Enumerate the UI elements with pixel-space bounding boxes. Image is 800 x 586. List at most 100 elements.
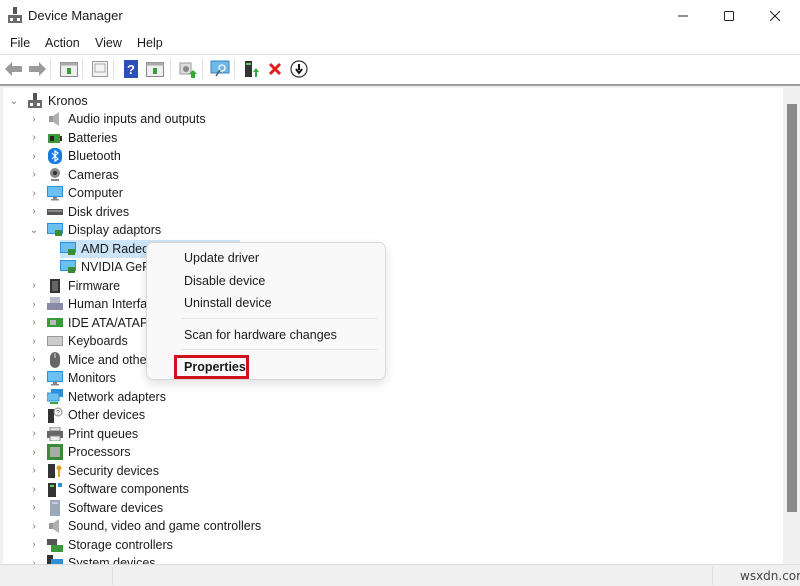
show-hide-action-pane-button[interactable] — [144, 58, 166, 80]
maximize-icon — [724, 11, 734, 21]
menu-bar: File Action View Help — [0, 33, 800, 53]
category-label: Cameras — [68, 167, 119, 182]
tree-category-computer[interactable]: › Computer — [29, 184, 123, 202]
chevron-right-icon[interactable]: › — [29, 539, 39, 550]
forward-button[interactable] — [26, 58, 48, 80]
title-bar: Device Manager — [0, 0, 800, 32]
menu-scan-hardware[interactable]: Scan for hardware changes — [184, 328, 337, 342]
device-manager-icon — [8, 7, 22, 23]
tree-root-kronos[interactable]: ⌄ Kronos — [9, 92, 88, 110]
tree-category-network-adapters[interactable]: › Network adapters — [29, 388, 166, 406]
uninstall-device-button[interactable] — [264, 58, 286, 80]
tree-category-display-adaptors[interactable]: ⌄ Display adaptors — [29, 221, 161, 239]
tree-category-print-queues[interactable]: › Print queues — [29, 425, 138, 443]
menu-update-driver[interactable]: Update driver — [184, 251, 259, 265]
context-menu: Update driver Disable device Uninstall d… — [146, 242, 386, 380]
tree-category-keyboards[interactable]: › Keyboards — [29, 332, 128, 350]
category-label: Processors — [68, 445, 131, 460]
chevron-down-icon[interactable]: ⌄ — [29, 225, 39, 236]
window-title: Device Manager — [28, 8, 123, 23]
toolbar-separator — [202, 59, 203, 79]
chevron-right-icon[interactable]: › — [29, 280, 39, 291]
chevron-right-icon[interactable]: › — [29, 132, 39, 143]
maximize-button[interactable] — [706, 0, 752, 32]
close-icon — [770, 11, 780, 21]
back-button[interactable] — [3, 58, 25, 80]
tree-category-software-devices[interactable]: › Software devices — [29, 499, 163, 517]
vertical-scrollbar[interactable] — [783, 88, 800, 564]
toolbar-separator — [82, 59, 83, 79]
tree-category-bluetooth[interactable]: › Bluetooth — [29, 147, 121, 165]
menu-help[interactable]: Help — [137, 36, 163, 50]
sound-controller-icon — [47, 518, 63, 534]
close-button[interactable] — [752, 0, 798, 32]
chevron-right-icon[interactable]: › — [29, 391, 39, 402]
chevron-right-icon[interactable]: › — [29, 502, 39, 513]
watermark-text: wsxdn.com — [740, 569, 800, 583]
system-devices-icon — [47, 555, 63, 564]
category-label: Disk drives — [68, 204, 130, 219]
update-driver-button[interactable] — [177, 58, 199, 80]
category-label: Storage controllers — [68, 537, 173, 552]
menu-properties[interactable]: Properties — [184, 360, 246, 374]
add-legacy-hardware-button[interactable] — [241, 58, 263, 80]
menu-uninstall-device[interactable]: Uninstall device — [184, 296, 272, 310]
help-icon: ? — [124, 60, 138, 78]
processor-icon — [47, 444, 63, 461]
tree-category-batteries[interactable]: › Batteries — [29, 129, 117, 147]
tree-category-processors[interactable]: › Processors — [29, 443, 131, 461]
chevron-right-icon[interactable]: › — [29, 317, 39, 328]
menu-file[interactable]: File — [10, 36, 30, 50]
tree-category-system-devices[interactable]: › System devices — [29, 554, 156, 564]
tree-category-sound-video-and-game-controllers[interactable]: › Sound, video and game controllers — [29, 517, 261, 535]
chevron-right-icon[interactable]: › — [29, 410, 39, 421]
chevron-right-icon[interactable]: › — [29, 465, 39, 476]
menu-disable-device[interactable]: Disable device — [184, 274, 265, 288]
show-hide-console-tree-button[interactable] — [58, 58, 80, 80]
tree-category-software-components[interactable]: › Software components — [29, 480, 189, 498]
disable-device-button[interactable] — [288, 58, 310, 80]
hid-icon — [47, 296, 63, 312]
help-button[interactable]: ? — [120, 58, 142, 80]
forward-arrow-icon — [29, 62, 46, 76]
chevron-right-icon[interactable]: › — [29, 169, 39, 180]
tree-category-disk-drives[interactable]: › Disk drives — [29, 203, 129, 221]
chevron-right-icon[interactable]: › — [29, 188, 39, 199]
tree-category-firmware[interactable]: › Firmware — [29, 277, 120, 295]
menu-view[interactable]: View — [95, 36, 122, 50]
chevron-right-icon[interactable]: › — [29, 336, 39, 347]
category-label: Print queues — [68, 426, 139, 441]
category-label: System devices — [68, 556, 156, 564]
category-label: Software components — [68, 482, 189, 497]
display-adapter-icon — [47, 222, 63, 238]
menu-action[interactable]: Action — [45, 36, 80, 50]
status-separator — [712, 567, 713, 585]
properties-button[interactable] — [89, 58, 111, 80]
bluetooth-icon — [47, 148, 63, 165]
chevron-right-icon[interactable]: › — [29, 299, 39, 310]
chevron-right-icon[interactable]: › — [29, 151, 39, 162]
tree-category-storage-controllers[interactable]: › Storage controllers — [29, 536, 173, 554]
tree-category-other-devices[interactable]: ›? Other devices — [29, 406, 145, 424]
firmware-icon — [47, 278, 63, 294]
chevron-right-icon[interactable]: › — [29, 206, 39, 217]
menu-separator — [181, 318, 377, 319]
chevron-right-icon[interactable]: › — [29, 447, 39, 458]
tree-category-cameras[interactable]: › Cameras — [29, 166, 119, 184]
tree-category-monitors[interactable]: › Monitors — [29, 369, 116, 387]
chevron-right-icon[interactable]: › — [29, 428, 39, 439]
tree-category-audio-inputs-and-outputs[interactable]: › Audio inputs and outputs — [29, 110, 206, 128]
computer-root-icon — [27, 93, 43, 109]
tree-category-security-devices[interactable]: › Security devices — [29, 462, 159, 480]
chevron-right-icon[interactable]: › — [29, 521, 39, 532]
chevron-right-icon[interactable]: › — [29, 354, 39, 365]
chevron-down-icon[interactable]: ⌄ — [9, 96, 19, 107]
scrollbar-thumb[interactable] — [787, 104, 797, 512]
chevron-right-icon[interactable]: › — [29, 484, 39, 495]
category-label: Keyboards — [68, 334, 128, 349]
minimize-button[interactable] — [660, 0, 706, 32]
chevron-right-icon[interactable]: › — [29, 114, 39, 125]
chevron-right-icon[interactable]: › — [29, 373, 39, 384]
menu-separator — [181, 349, 377, 350]
scan-hardware-button[interactable] — [209, 58, 231, 80]
